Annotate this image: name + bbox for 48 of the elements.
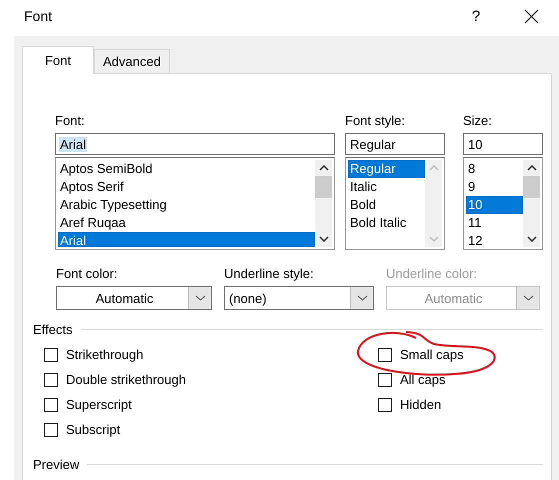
checkbox-option[interactable]: Subscript — [44, 417, 378, 442]
chevron-down-icon[interactable] — [356, 295, 368, 301]
list-item[interactable]: 11 — [466, 214, 523, 232]
section-title: Preview — [33, 456, 80, 472]
field-label: Underline color: — [386, 266, 478, 282]
scrollbar[interactable] — [315, 160, 332, 247]
checkbox-option[interactable]: Small caps — [378, 342, 538, 367]
close-icon[interactable] — [524, 8, 539, 24]
text-field[interactable]: Regular — [345, 133, 445, 155]
field-label: Underline style: — [224, 266, 315, 282]
text-field[interactable]: Arial — [55, 133, 335, 155]
help-button[interactable]: ? — [466, 8, 486, 24]
list-item[interactable]: Aptos Serif — [58, 178, 315, 196]
field-label: Size: — [463, 113, 493, 129]
list-item[interactable]: Regular — [348, 160, 425, 178]
list-item[interactable]: 10 — [466, 196, 523, 214]
list-item[interactable]: 9 — [466, 178, 523, 196]
list-item[interactable]: Bold — [348, 196, 425, 214]
chevron-down-icon[interactable] — [318, 236, 328, 242]
checkbox-option[interactable]: Hidden — [378, 392, 538, 417]
chevron-down-icon[interactable] — [522, 295, 534, 301]
list-item[interactable]: 12 — [466, 232, 523, 247]
field-label: Font style: — [345, 113, 406, 129]
chevron-up-icon[interactable] — [526, 165, 536, 171]
list-item[interactable]: Arial — [58, 232, 315, 247]
field-label: Font color: — [56, 266, 118, 282]
list-item[interactable]: Bold Italic — [348, 214, 425, 232]
list-item[interactable]: Italic — [348, 178, 425, 196]
list-item[interactable]: Aptos SemiBold — [58, 160, 315, 178]
checkbox-option[interactable]: Strikethrough — [44, 342, 378, 367]
list-item[interactable]: Aref Ruqaa — [58, 214, 315, 232]
checkbox-option[interactable]: All caps — [378, 367, 538, 392]
checkbox-option[interactable]: Superscript — [44, 392, 378, 417]
list-item[interactable]: Arabic Typesetting — [58, 196, 315, 214]
tab[interactable]: Font — [22, 46, 94, 74]
text-field[interactable]: 10 — [463, 133, 543, 155]
section-title: Effects — [33, 322, 73, 336]
scrollbar[interactable] — [523, 160, 540, 247]
tab[interactable]: Advanced — [94, 49, 170, 73]
dropdown[interactable]: Automatic — [56, 286, 212, 310]
checkbox-option[interactable]: Double strikethrough — [44, 367, 378, 392]
window-title: Font — [24, 8, 52, 24]
chevron-down-icon[interactable] — [194, 295, 206, 301]
list-item[interactable]: 8 — [466, 160, 523, 178]
chevron-up-icon[interactable] — [318, 165, 328, 171]
dropdown[interactable]: (none) — [224, 286, 374, 310]
field-label: Font: — [55, 113, 86, 129]
chevron-down-icon[interactable] — [526, 236, 536, 242]
